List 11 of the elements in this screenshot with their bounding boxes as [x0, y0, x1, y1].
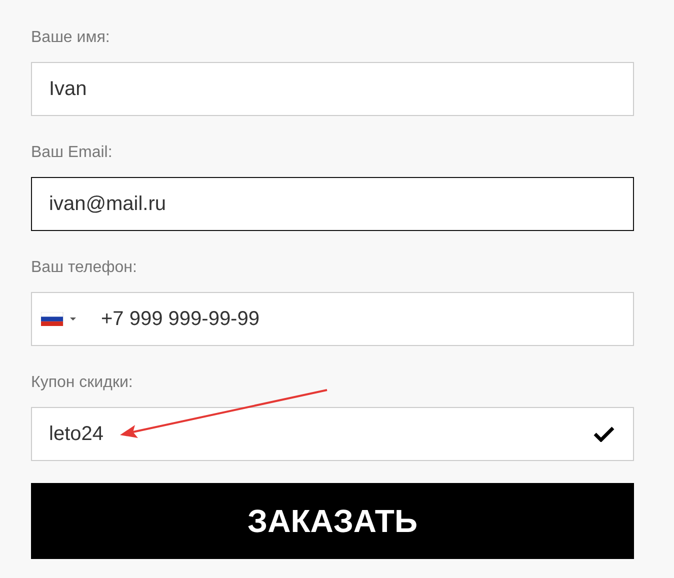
field-label: Купон скидки:: [31, 373, 133, 393]
checkmark-icon: [593, 426, 615, 442]
input-field[interactable]: +7 999 999-99-99: [31, 292, 634, 346]
input-field[interactable]: ivan@mail.ru: [31, 177, 634, 231]
flag-icon[interactable]: [41, 312, 79, 326]
field-label: Ваш Email:: [31, 143, 112, 163]
input-field[interactable]: leto24: [31, 407, 634, 461]
order-button[interactable]: ЗАКАЗАТЬ: [31, 483, 634, 559]
field-label: Ваше имя:: [31, 28, 110, 48]
field-label: Ваш телефон:: [31, 258, 137, 278]
input-field[interactable]: Ivan: [31, 62, 634, 116]
